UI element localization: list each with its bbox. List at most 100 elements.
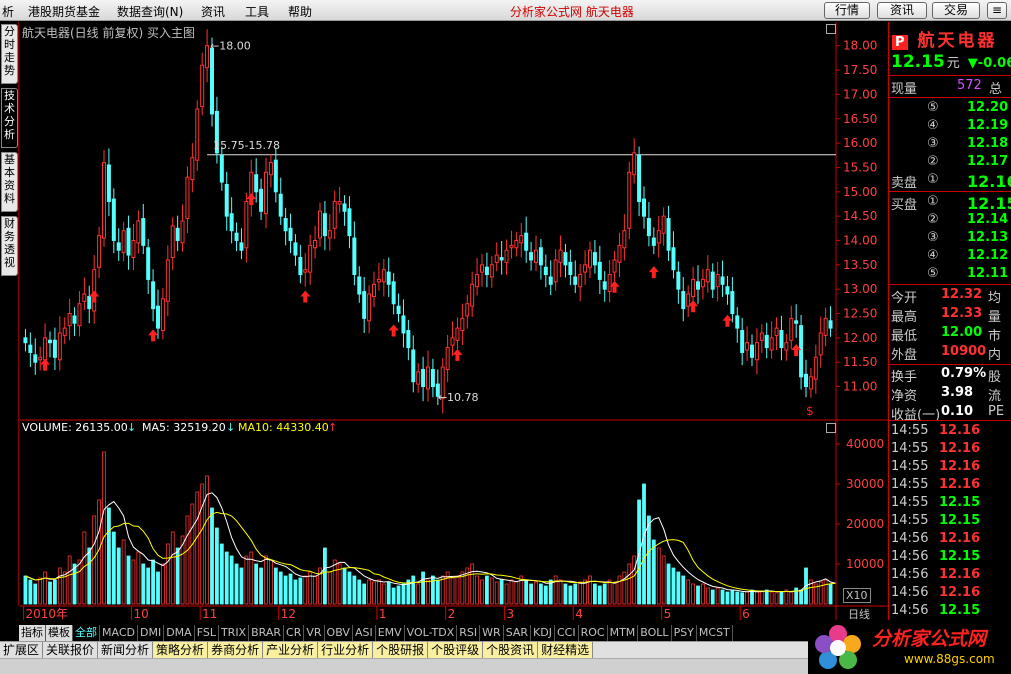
- volume-bar: [23, 575, 28, 605]
- candle-body: [234, 232, 239, 241]
- indicator-tab[interactable]: CCI: [555, 625, 579, 641]
- volume-bar: [190, 503, 195, 605]
- candle-body: [543, 266, 548, 276]
- indicator-tab[interactable]: TRIX: [219, 625, 250, 641]
- buy-arrow-icon: [300, 290, 311, 303]
- candle-body: [342, 203, 347, 212]
- candle-body: [740, 330, 745, 353]
- volume-bar: [170, 531, 175, 605]
- bottom-tab[interactable]: 新闻分析: [98, 642, 154, 658]
- candle-body: [627, 171, 632, 229]
- bottom-tab[interactable]: 券商分析: [208, 642, 264, 658]
- bottom-tab[interactable]: 财经精选: [538, 642, 594, 658]
- indicator-tab[interactable]: KDJ: [531, 625, 555, 641]
- candle-body: [308, 244, 313, 273]
- kline-chart[interactable]: 18.00 17.50 17.00 16.50 16.00 15.50 15.00 14.50…: [0, 0, 888, 640]
- candle-body: [426, 366, 430, 390]
- buy-arrow-icon: [40, 358, 51, 371]
- price-tick-label: 12.50: [843, 307, 877, 321]
- bottom-tabs: 扩展区 关联报价 新闻分析 策略分析 券商分析 产业分析 行业分析 个股研报 个股评级 个股资讯财…: [0, 641, 808, 658]
- candle-body: [38, 356, 43, 361]
- volume-bar: [578, 581, 583, 605]
- indicator-tab[interactable]: MACD: [100, 625, 138, 641]
- candle-body: [185, 176, 190, 220]
- indicator-tab[interactable]: 全部: [73, 625, 100, 641]
- candle-body: [165, 259, 170, 302]
- bottom-tab[interactable]: 关联报价: [43, 642, 99, 658]
- candle-body: [102, 162, 106, 239]
- bottom-tab[interactable]: 个股评级: [428, 642, 484, 658]
- volume-bar: [313, 575, 317, 605]
- menu-icon[interactable]: ≡: [987, 2, 1007, 19]
- volume-bar: [239, 567, 244, 605]
- indicator-tab[interactable]: CR: [284, 625, 305, 641]
- volume-bar: [215, 527, 219, 605]
- volume-bar: [352, 575, 357, 605]
- indicator-tab[interactable]: RSI: [457, 625, 481, 641]
- indicator-tab[interactable]: VR: [304, 625, 325, 641]
- indicator-tab[interactable]: ASI: [353, 625, 376, 641]
- volume-bar: [750, 589, 754, 605]
- indicator-tab[interactable]: PSY: [672, 625, 697, 641]
- indicator-tab[interactable]: BRAR: [249, 625, 285, 641]
- trade-button[interactable]: 交易: [932, 2, 980, 19]
- volume-bar: [121, 539, 126, 605]
- candle-body: [210, 47, 214, 115]
- volume-bar: [67, 555, 72, 605]
- indicator-tab[interactable]: EMV: [376, 625, 405, 641]
- indicator-tab[interactable]: 模板: [46, 625, 73, 641]
- indicator-tab[interactable]: 指标: [19, 625, 46, 641]
- candle-body: [131, 239, 136, 259]
- candle-body: [529, 252, 534, 261]
- bottom-tab[interactable]: 产业分析: [263, 642, 319, 658]
- indicator-tab[interactable]: SAR: [504, 625, 532, 641]
- indicator-tab[interactable]: DMA: [164, 625, 195, 641]
- high-price-annotation: ←18.00: [210, 40, 251, 53]
- maximize-icon[interactable]: [826, 24, 836, 34]
- candle-body: [239, 242, 244, 251]
- volume-bar: [426, 579, 430, 605]
- volume-bar: [48, 581, 52, 605]
- candle-body: [514, 239, 519, 249]
- indicator-tab[interactable]: DMI: [138, 625, 165, 641]
- candle-body: [509, 244, 514, 249]
- month-label: 12: [281, 607, 296, 621]
- bottom-tab[interactable]: 个股资讯: [483, 642, 539, 658]
- price-tick-label: 11.00: [843, 380, 877, 394]
- candle-body: [421, 368, 426, 388]
- indicator-tab[interactable]: ROC: [579, 625, 608, 641]
- candle-body: [126, 227, 131, 256]
- candle-body: [617, 244, 622, 263]
- indicator-tab[interactable]: VOL-TDX: [405, 625, 458, 641]
- volume-bar: [116, 547, 121, 605]
- candle-body: [666, 218, 671, 251]
- volume-bar: [33, 583, 38, 605]
- candle-body: [558, 249, 563, 263]
- indicator-tab[interactable]: BOLL: [638, 625, 672, 641]
- indicator-tab[interactable]: MCST: [697, 625, 733, 641]
- candle-body: [725, 286, 730, 295]
- indicator-tab[interactable]: OBV: [325, 625, 353, 641]
- indicator-tab[interactable]: MTM: [608, 625, 639, 641]
- volume-bar: [141, 563, 146, 605]
- volume-bar: [725, 591, 730, 605]
- bottom-tab[interactable]: 策略分析: [153, 642, 209, 658]
- candle-body: [72, 315, 77, 324]
- volume-bar: [146, 567, 151, 605]
- candle-body: [97, 235, 102, 268]
- candle-body: [376, 278, 381, 283]
- status-bar: [0, 658, 808, 674]
- volume-bar: [534, 581, 538, 605]
- volume-bar: [666, 563, 671, 605]
- indicator-tab[interactable]: FSL: [195, 625, 219, 641]
- indicator-tab[interactable]: WR: [480, 625, 504, 641]
- candle-body: [548, 276, 553, 285]
- bottom-tab[interactable]: 扩展区: [0, 642, 44, 658]
- candle-body: [607, 274, 612, 293]
- volume-bar: [131, 559, 136, 605]
- bottom-tab[interactable]: 个股研报: [373, 642, 429, 658]
- volume-maximize-icon[interactable]: [826, 423, 836, 433]
- bottom-tab[interactable]: 行业分析: [318, 642, 374, 658]
- volume-bar: [553, 575, 558, 605]
- candle-body: [646, 218, 651, 237]
